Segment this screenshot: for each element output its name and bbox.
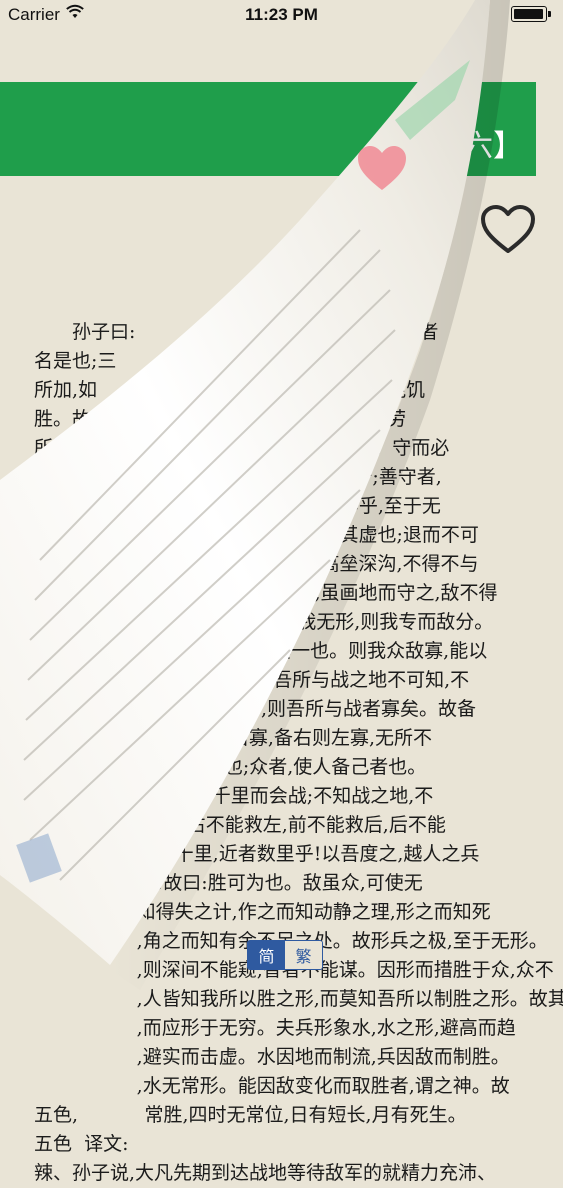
text-line: 不欲战,虽画地而守之,敌不得 — [34, 582, 498, 604]
text-line: 所加,如 故敌佚能劳之,饱能饥 — [34, 379, 426, 401]
text-line: 以十攻其一也。则我众敌寡,能以 — [34, 640, 488, 662]
text-line: 者数十里,近者数里乎!以吾度之,越人之兵 — [34, 843, 480, 865]
battery-icon — [511, 6, 553, 24]
status-bar: Carrier 11:23 PM — [0, 0, 563, 30]
text-line: 所备者多,则吾所与战者寡矣。故备 — [34, 698, 477, 720]
text-line: 辣、孙子说,大凡先期到达战地等待敌军的就精力充沛、 — [34, 1162, 497, 1184]
text-line: 胜。故 意。行千里而不劳 — [34, 408, 407, 430]
heart-outline-icon[interactable] — [480, 204, 536, 256]
text-line: ,而应形于无穷。夫兵形象水,水之形,避高而趋 — [34, 1017, 516, 1039]
text-line: 五色, 常胜,四时无常位,日有短长,月有死生。 — [34, 1104, 467, 1126]
traditional-button[interactable]: 繁 — [285, 941, 322, 969]
script-toggle[interactable]: 简 繁 — [247, 940, 323, 970]
text-line: 救右,右不能救左,前不能救后,后不能 — [34, 814, 446, 836]
text-line: 所导 ,攻其所不守也。守而必 — [34, 437, 450, 459]
text-line: ,避实而击虚。水因地而制流,兵因敌而制胜。 — [34, 1046, 510, 1068]
text-line: 无形;神乎神乎,至于无 — [34, 495, 441, 517]
chapter-title: 5. 第六】 — [399, 130, 523, 163]
clock-time: 11:23 PM — [245, 5, 318, 24]
text-line: ,水无常形。能因敌变化而取胜者,谓之神。故 — [34, 1075, 510, 1097]
text-line: 知得失之计,作之而知动静之理,形之而知死 — [34, 901, 491, 923]
text-line: 五色 译文: — [34, 1133, 129, 1155]
text-line: 者约矣。吾所与战之地不可知,不 — [34, 669, 470, 691]
text-line: 敌形人而我无形,则我专而敌分。 — [34, 611, 494, 633]
text-line: ,备左则右寡,备右则左寡,无所不 — [34, 727, 432, 749]
text-line: 故,敌虽高垒深沟,不得不与 — [34, 553, 479, 575]
chapter-body-text: 孙子曰: 后处战地而趋战者名是也;三 使敌人自至者,利之 所加,如 故敌佚能劳之,… — [34, 318, 563, 1188]
text-line: ,备人者也;众者,使人备己者也。 — [34, 756, 427, 778]
text-line: 名是也;三 使敌人自至者,利之 — [34, 350, 408, 372]
text-line: 可御者,冲其虚也;退而不可 — [34, 524, 479, 546]
simplified-button[interactable]: 简 — [248, 941, 285, 969]
text-line: 日,则可千里而会战;不知战之地,不 — [34, 785, 434, 807]
text-line: 胆 ,敌不知其所守;善守者, — [34, 466, 442, 488]
text-line: 孙子曰: 后处战地而趋战者 — [72, 321, 439, 343]
text-line: 哉!故曰:胜可为也。敌虽众,可使无 — [34, 872, 423, 894]
